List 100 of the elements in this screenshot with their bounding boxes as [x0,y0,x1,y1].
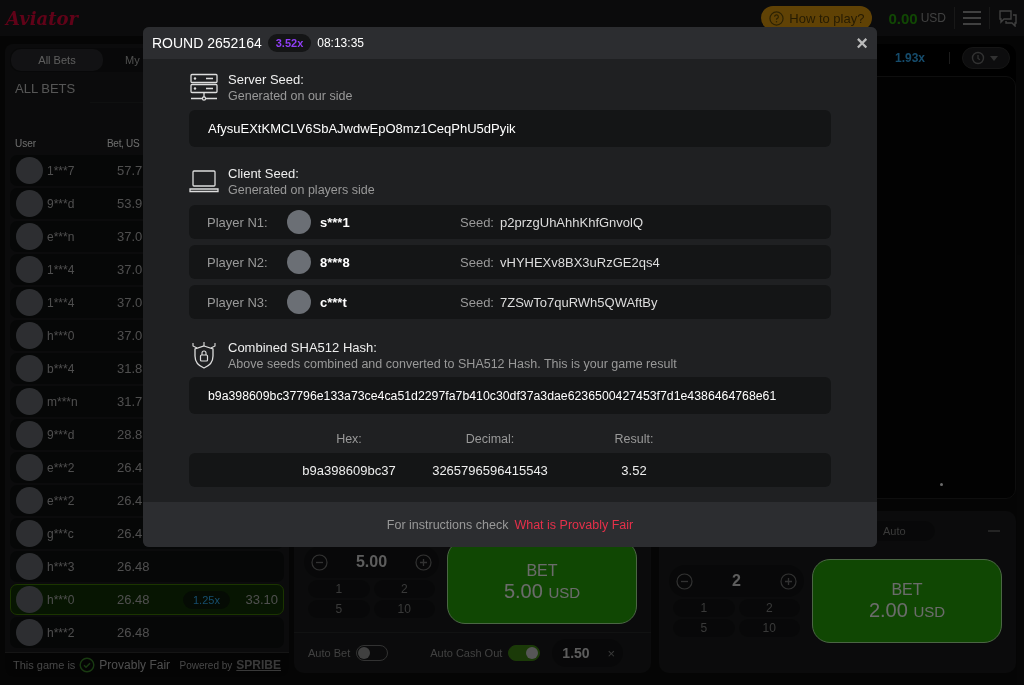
panel-title: ALL BETS [14,80,77,98]
bet-amount: 53.9 [117,196,144,211]
user-name: 1***7 [47,163,76,178]
result-label: Decimal: [464,432,516,446]
player-name: s***1 [320,214,351,230]
bet-amount: 26.4 [117,526,144,541]
server-icon [189,73,219,103]
seed-value: vHYHEXv8BX3uRzGE2qs4 [500,254,660,270]
user-name: 1***4 [47,295,76,310]
round-title: ROUND 2652164 [152,35,262,51]
instructions-text: For instructions check [386,517,509,532]
column-header: Bet, US [107,138,140,149]
plus-circle-icon[interactable] [780,572,797,590]
bet-amount: 37.0 [117,229,144,244]
seed-value: p2przgUhAhhKhfGnvolQ [500,214,644,230]
bet-amount: 31.7 [117,394,144,409]
user-name: e***2 [47,493,76,508]
provably-fair-link[interactable]: What is Provably Fair [514,517,634,532]
clear-icon[interactable]: × [607,645,616,661]
result-value: 3.52 [620,462,648,478]
avatar [16,553,43,580]
avatar [287,290,311,314]
win-amount: 33.10 [245,592,278,607]
minus-circle-icon[interactable] [311,553,328,571]
column-header: User [15,138,38,149]
bet-amount: 37.0 [117,295,144,310]
player-label: Player N1: [207,214,269,230]
section-title: Combined SHA512 Hash: [228,340,378,356]
seed-label: Seed: [460,294,495,310]
shield-check-icon [79,657,96,673]
avatar [287,250,311,274]
bet-amount: 26.48 [117,625,151,640]
plus-circle-icon[interactable] [415,553,432,571]
user-name: g***c [47,526,75,541]
menu-icon[interactable] [963,11,981,25]
close-button[interactable]: × [856,31,868,55]
bet-amount: 57.7 [117,163,144,178]
history-icon [971,51,1001,65]
laptop-icon [189,169,219,195]
bet-amount: 26.4 [117,460,144,475]
provably-fair-link[interactable]: Provably Fair [99,658,171,672]
bet-amount: 26.48 [117,559,151,574]
server-seed-value: AfysuEXtKMCLV6SbAJwdwEpO8mz1CeqPhU5dPyik [189,110,831,147]
player-name: 8***8 [320,254,351,270]
user-name: m***n [47,394,79,409]
page-dot-icon [940,483,943,486]
user-name: 9***d [47,427,76,442]
auto-cash-out-toggle[interactable] [508,645,541,661]
avatar [16,223,43,250]
user-name: e***n [47,229,76,244]
amount-value: 2 [732,572,741,590]
section-subtitle: Above seeds combined and converted to SHA512 Hash. This is your game result [228,356,677,372]
avatar [16,388,43,415]
result-value: b9a398609bc37 [302,462,396,478]
player-name: c***t [320,294,348,310]
balance: 0.00 [888,9,918,27]
bet-amount: 28.8 [117,427,144,442]
shield-lock-icon [189,341,219,371]
tab[interactable]: My [103,49,163,71]
section-subtitle: Generated on players side [228,182,375,198]
avatar [16,157,43,184]
result-value: 3265796596415543 [431,462,549,478]
user-name: 1***4 [47,262,76,277]
avatar [16,355,43,382]
how-to-play-button[interactable]: How to play? [761,6,873,30]
avatar [287,210,311,234]
bet-amount: 31.8 [117,361,144,376]
chat-icon[interactable] [998,9,1018,27]
bet-button[interactable]: BET 2.00 USD [812,559,1002,643]
amount-stepper[interactable]: 2 [669,565,804,597]
question-icon [769,10,785,26]
multiplier-history-item: 1.93x [894,51,925,65]
amount-value: 5.00 [355,553,388,571]
bet-amount: 26.4 [117,493,144,508]
hash-value: b9a398609bc37796e133a73ce4ca51d2297fa7b410c30df37a3dae6236500427453f7d1e4386464768e61 [189,377,831,414]
player-label: Player N3: [207,294,269,310]
section-title: Client Seed: [228,166,300,182]
user-name: h***0 [47,592,76,607]
avatar [16,520,43,547]
section-subtitle: Generated on our side [228,88,353,104]
bet-amount: 37.0 [117,328,144,343]
avatar [16,619,43,646]
tab[interactable]: All Bets [11,49,103,71]
result-label: Result: [613,432,655,446]
round-time: 08:13:35 [317,36,364,50]
powered-by-text: Powered by [179,659,233,671]
user-name: 9***d [47,196,76,211]
user-name: h***2 [47,625,76,640]
seed-label: Seed: [460,214,495,230]
avatar [16,256,43,283]
minus-circle-icon[interactable] [676,572,693,590]
player-label: Player N2: [207,254,269,270]
avatar [16,289,43,316]
history-button[interactable] [962,47,1010,69]
bet-amount: 37.0 [117,262,144,277]
user-name: b***4 [47,361,76,376]
bet-amount: 26.48 [117,592,151,607]
avatar [16,586,43,613]
amount-stepper[interactable]: 5.00 [304,546,439,578]
seed-value: 7ZSwTo7quRWh5QWAftBy [500,294,658,310]
